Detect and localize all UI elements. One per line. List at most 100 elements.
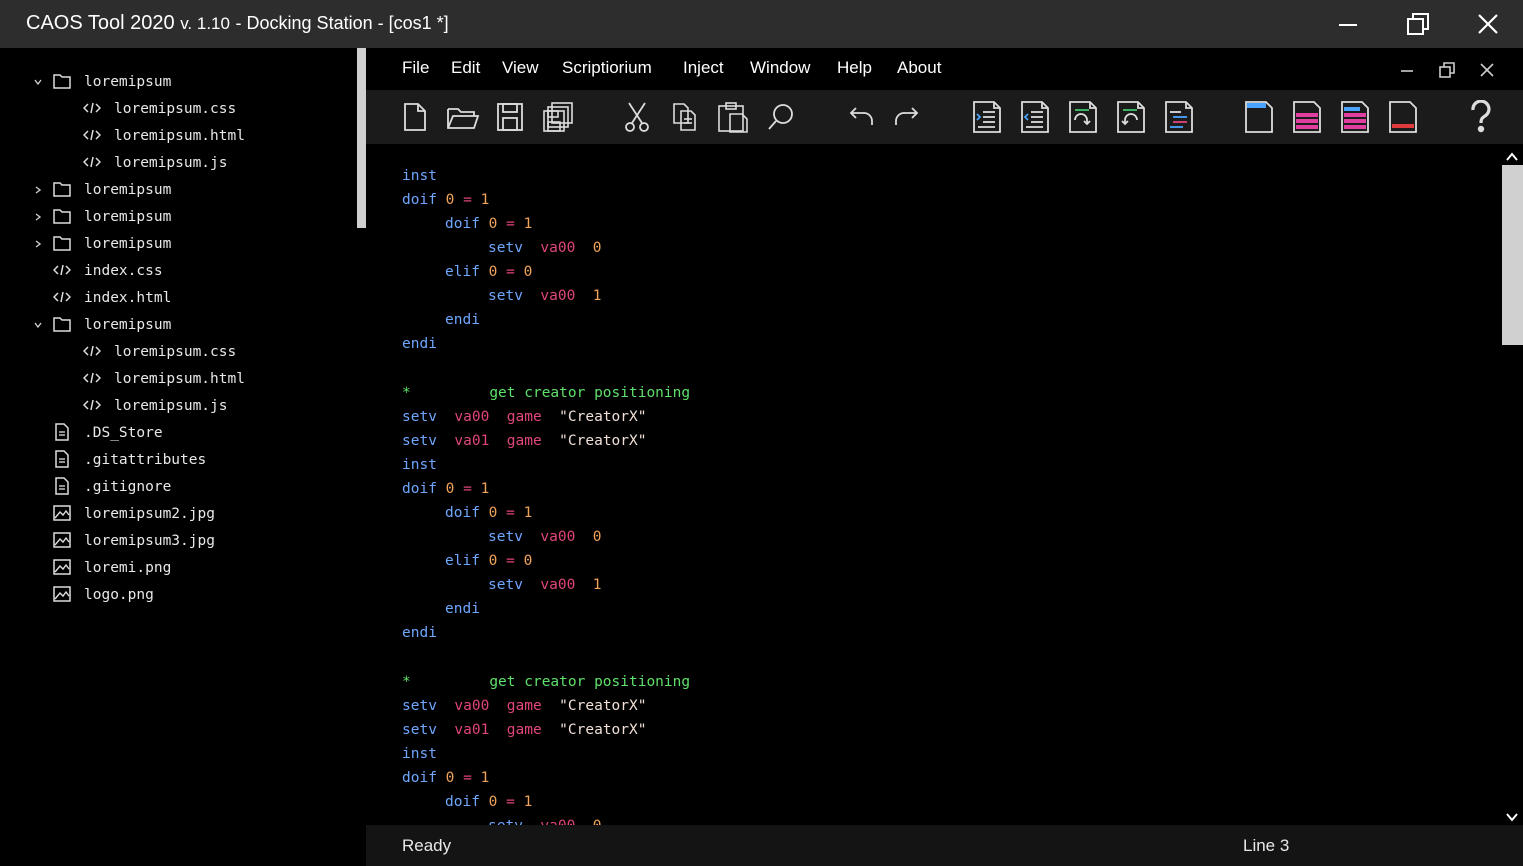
close-button[interactable] bbox=[1458, 0, 1518, 48]
help-button[interactable] bbox=[1462, 98, 1500, 136]
file-item[interactable]: loremipsum3.jpg bbox=[0, 527, 357, 554]
folder-item[interactable]: loremipsum bbox=[0, 68, 357, 95]
code-icon bbox=[82, 98, 102, 118]
indent-icon bbox=[973, 101, 1001, 133]
code-editor[interactable]: inst doif 0 = 1 doif 0 = 1 setv va00 0 elif … bbox=[366, 144, 1502, 825]
file-item[interactable]: loremipsum.css bbox=[0, 95, 357, 122]
menu-inject[interactable]: Inject bbox=[683, 58, 724, 78]
code-token: doif bbox=[402, 481, 437, 497]
blank-page-button[interactable] bbox=[1240, 98, 1278, 136]
format-button[interactable] bbox=[1160, 98, 1198, 136]
tree-item-label: loremipsum.js bbox=[114, 154, 228, 171]
menu-scriptiorium[interactable]: Scriptiorium bbox=[562, 58, 652, 78]
mixed-lines-button[interactable] bbox=[1336, 98, 1374, 136]
pink-lines-button[interactable] bbox=[1288, 98, 1326, 136]
chevron-right-icon[interactable] bbox=[32, 211, 44, 223]
restore-icon bbox=[1407, 13, 1429, 35]
code-token: va00 bbox=[454, 409, 490, 425]
folder-item[interactable]: loremipsum bbox=[0, 230, 357, 257]
tree-item-label: loremipsum bbox=[84, 181, 172, 198]
tree-item-label: loremipsum bbox=[84, 235, 172, 252]
open-folder-icon bbox=[447, 108, 480, 129]
tree-item-label: loremipsum.css bbox=[114, 343, 237, 360]
menu-edit[interactable]: Edit bbox=[451, 58, 480, 78]
menu-window[interactable]: Window bbox=[750, 58, 810, 78]
menu-about[interactable]: About bbox=[897, 58, 941, 78]
minimize-button[interactable] bbox=[1318, 0, 1378, 48]
file-item[interactable]: loremipsum.js bbox=[0, 149, 357, 176]
code-token: doif bbox=[402, 770, 437, 786]
comment-button[interactable] bbox=[1064, 98, 1102, 136]
code-token: setv bbox=[488, 529, 523, 545]
folder-item[interactable]: loremipsum bbox=[0, 203, 357, 230]
file-item[interactable]: logo.png bbox=[0, 581, 357, 608]
doc-minimize-button[interactable] bbox=[1395, 58, 1419, 82]
undo-button[interactable] bbox=[841, 98, 879, 136]
code-token: setv bbox=[402, 722, 437, 738]
file-item[interactable]: loremipsum2.jpg bbox=[0, 500, 357, 527]
red-line-button[interactable] bbox=[1384, 98, 1422, 136]
redo-button[interactable] bbox=[889, 98, 927, 136]
chevron-right-icon[interactable] bbox=[32, 184, 44, 196]
editor-scrollbar-thumb[interactable] bbox=[1502, 165, 1523, 345]
folder-icon bbox=[52, 206, 72, 226]
chevron-down-icon[interactable] bbox=[32, 319, 44, 331]
uncomment-icon bbox=[1117, 101, 1145, 133]
file-item[interactable]: loremi.png bbox=[0, 554, 357, 581]
file-item[interactable]: index.html bbox=[0, 284, 357, 311]
indent-button[interactable] bbox=[968, 98, 1006, 136]
search-button[interactable] bbox=[762, 98, 800, 136]
chevron-down-icon[interactable] bbox=[32, 76, 44, 88]
menu-help[interactable]: Help bbox=[837, 58, 872, 78]
file-item[interactable]: loremipsum.html bbox=[0, 122, 357, 149]
paste-button[interactable] bbox=[714, 98, 752, 136]
code-line: endi bbox=[445, 597, 480, 621]
code-line: setv va00 1 bbox=[488, 573, 602, 597]
restore-button[interactable] bbox=[1388, 0, 1448, 48]
file-item[interactable]: loremipsum.css bbox=[0, 338, 357, 365]
tree-item-label: loremipsum.html bbox=[114, 370, 245, 387]
code-token: va00 bbox=[540, 288, 576, 304]
code-token: 1 bbox=[592, 577, 602, 593]
menu-file[interactable]: File bbox=[402, 58, 429, 78]
file-item[interactable]: .gitignore bbox=[0, 473, 357, 500]
file-item[interactable]: .gitattributes bbox=[0, 446, 357, 473]
uncomment-button[interactable] bbox=[1112, 98, 1150, 136]
doc-close-button[interactable] bbox=[1475, 58, 1499, 82]
code-line: endi bbox=[402, 621, 437, 645]
tree-item-label: .DS_Store bbox=[84, 424, 163, 441]
menu-view[interactable]: View bbox=[502, 58, 539, 78]
close-icon bbox=[1480, 63, 1494, 77]
chevron-right-icon[interactable] bbox=[32, 238, 44, 250]
file-item[interactable]: index.css bbox=[0, 257, 357, 284]
open-button[interactable] bbox=[444, 98, 482, 136]
save-button[interactable] bbox=[491, 98, 529, 136]
save-all-button[interactable] bbox=[539, 98, 577, 136]
code-token: = bbox=[506, 216, 515, 232]
folder-item[interactable]: loremipsum bbox=[0, 176, 357, 203]
code-token: va01 bbox=[454, 722, 490, 738]
cut-button[interactable] bbox=[618, 98, 656, 136]
scroll-up-button[interactable] bbox=[1505, 147, 1519, 166]
file-item[interactable]: loremipsum.html bbox=[0, 365, 357, 392]
file-icon bbox=[52, 449, 72, 469]
file-item[interactable]: loremipsum.js bbox=[0, 392, 357, 419]
file-item[interactable]: .DS_Store bbox=[0, 419, 357, 446]
new-file-button[interactable] bbox=[396, 98, 434, 136]
sidebar-scrollbar[interactable] bbox=[357, 48, 366, 228]
code-token: 1 bbox=[523, 505, 533, 521]
code-token: endi bbox=[402, 336, 437, 352]
doc-restore-button[interactable] bbox=[1435, 58, 1459, 82]
code-token: inst bbox=[402, 168, 437, 184]
code-line: * get creator positioning bbox=[402, 670, 690, 694]
folder-item[interactable]: loremipsum bbox=[0, 311, 357, 338]
copy-button[interactable] bbox=[666, 98, 704, 136]
outdent-button[interactable] bbox=[1016, 98, 1054, 136]
